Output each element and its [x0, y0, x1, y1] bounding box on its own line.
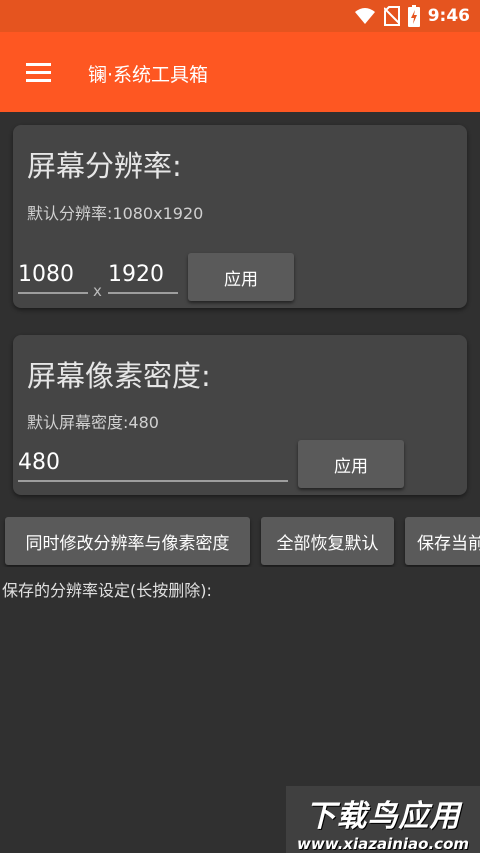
status-bar: 9:46	[0, 0, 480, 32]
app-title: 镧·系统工具箱	[88, 64, 209, 86]
no-sim-icon	[383, 6, 400, 26]
density-input[interactable]: 480	[18, 446, 288, 482]
watermark-title: 下载鸟应用	[305, 799, 461, 834]
status-icons: 9:46	[354, 5, 470, 27]
apply-density-button[interactable]: 应用	[298, 440, 404, 488]
default-density-text: 默认屏幕密度:480	[27, 413, 159, 432]
status-time: 9:46	[427, 6, 470, 26]
action-row: 同时修改分辨率与像素密度 全部恢复默认 保存当前	[0, 517, 480, 567]
resolution-separator: x	[93, 282, 102, 300]
modify-both-button[interactable]: 同时修改分辨率与像素密度	[5, 517, 250, 565]
width-input[interactable]: 1080	[18, 258, 88, 294]
default-resolution-text: 默认分辨率:1080x1920	[27, 204, 204, 223]
saved-settings-label: 保存的分辨率设定(长按删除):	[2, 581, 212, 600]
app-bar: 镧·系统工具箱	[0, 32, 480, 112]
resolution-card: 屏幕分辨率: 默认分辨率:1080x1920 1080 x 1920 应用	[13, 125, 467, 308]
watermark: 下载鸟应用 www.xiazainiao.com	[286, 786, 480, 853]
height-input[interactable]: 1920	[108, 258, 178, 294]
apply-resolution-button[interactable]: 应用	[188, 253, 294, 301]
density-title: 屏幕像素密度:	[27, 359, 211, 393]
battery-charging-icon	[407, 5, 420, 27]
wifi-icon	[354, 8, 375, 24]
save-current-button[interactable]: 保存当前	[405, 517, 480, 565]
restore-default-button[interactable]: 全部恢复默认	[261, 517, 394, 565]
watermark-url: www.xiazainiao.com	[296, 835, 470, 853]
density-card: 屏幕像素密度: 默认屏幕密度:480 480 应用	[13, 335, 467, 495]
hamburger-menu-icon[interactable]	[14, 48, 62, 96]
resolution-title: 屏幕分辨率:	[27, 149, 182, 183]
